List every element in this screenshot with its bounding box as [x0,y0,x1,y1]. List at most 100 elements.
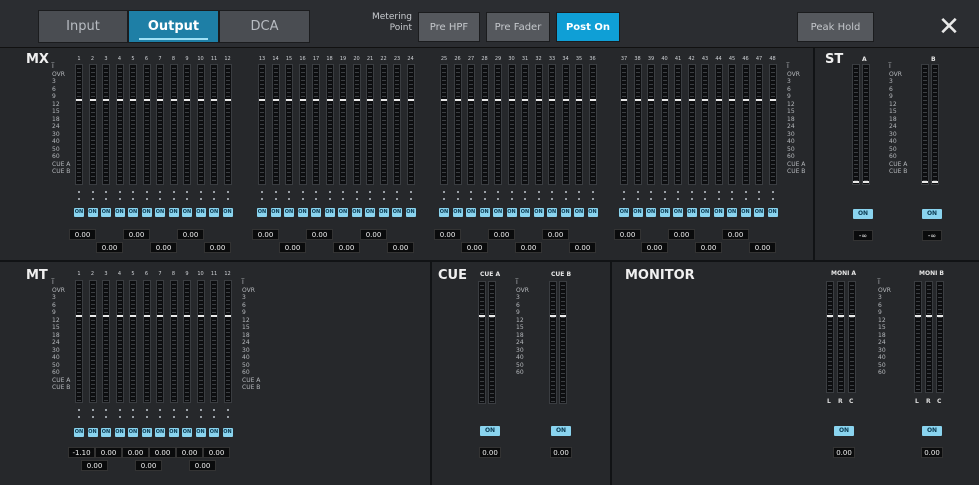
mx-on-button[interactable]: ON [727,208,737,217]
meter-segment [550,152,554,153]
meter-segment [198,80,203,81]
mx-on-button[interactable]: ON [128,208,138,217]
st-a-on-button[interactable]: ON [853,209,873,219]
mt-on-button[interactable]: ON [114,428,125,437]
mx-on-button[interactable]: ON [405,208,416,217]
mt-on-button[interactable]: ON [195,428,206,437]
mx-on-button[interactable]: ON [392,208,402,217]
mt-on-button[interactable]: ON [74,428,84,437]
mt-on-button[interactable]: ON [168,428,179,437]
mx-on-button[interactable]: ON [87,208,98,217]
mx-on-button[interactable]: ON [493,208,503,217]
mx-on-button[interactable]: ON [297,208,308,217]
meter-segment [927,337,931,338]
meter-segment [563,164,568,165]
mx-on-button[interactable]: ON [439,208,449,217]
mx-on-button[interactable]: ON [767,208,778,217]
mx-on-button[interactable]: ON [195,208,206,217]
mx-on-button[interactable]: ON [74,208,84,217]
mt-on-button[interactable]: ON [128,428,138,437]
mx-on-button[interactable]: ON [520,208,530,217]
meter-segment [743,156,748,157]
mx-on-button[interactable]: ON [114,208,125,217]
mx-on-button[interactable]: ON [270,208,281,217]
mx-on-button[interactable]: ON [351,208,362,217]
mx-on-button[interactable]: ON [479,208,490,217]
mx-on-button[interactable]: ON [547,208,557,217]
mx-on-button[interactable]: ON [452,208,463,217]
mx-on-button[interactable]: ON [141,208,152,217]
mx-on-button[interactable]: ON [506,208,517,217]
meter-segment [635,160,640,161]
meter-segment [287,148,291,149]
meter-segment [212,76,216,77]
mx-on-button[interactable]: ON [574,208,584,217]
mx-on-button[interactable]: ON [365,208,375,217]
mx-on-button[interactable]: ON [632,208,643,217]
mx-on-button[interactable]: ON [686,208,697,217]
close-icon[interactable]: ✕ [934,12,964,42]
peak-hold-button[interactable]: Peak Hold [797,12,874,42]
mx-on-button[interactable]: ON [619,208,629,217]
mx-on-button[interactable]: ON [101,208,111,217]
mt-on-button[interactable]: ON [141,428,152,437]
mx-on-button[interactable]: ON [209,208,219,217]
mx-on-button[interactable]: ON [713,208,724,217]
mx-on-button[interactable]: ON [222,208,233,217]
meter-segment [561,369,565,370]
mx-on-button[interactable]: ON [168,208,179,217]
mx-on-button[interactable]: ON [378,208,389,217]
mx-on-button[interactable]: ON [338,208,348,217]
mt-on-button[interactable]: ON [209,428,219,437]
meter-segment [158,372,162,373]
mt-on-button[interactable]: ON [87,428,98,437]
mt-on-button[interactable]: ON [155,428,165,437]
meter-segment [225,336,230,337]
mx-on-button[interactable]: ON [673,208,683,217]
mx-on-button[interactable]: ON [533,208,544,217]
cue-b-on-button[interactable]: ON [551,426,571,436]
mx-on-button[interactable]: ON [155,208,165,217]
mx-on-button[interactable]: ON [257,208,267,217]
meter-segment [689,96,694,97]
moni-b-on-button[interactable]: ON [922,426,942,436]
mx-on-button[interactable]: ON [646,208,656,217]
meter-segment [104,172,108,173]
mx-on-button[interactable]: ON [311,208,321,217]
mx-on-button[interactable]: ON [466,208,476,217]
meter-segment [550,172,554,173]
meter-segment [743,80,748,81]
mx-on-button[interactable]: ON [560,208,571,217]
post-on-button[interactable]: Post On [556,12,620,42]
mx-on-button[interactable]: ON [324,208,335,217]
mt-on-button[interactable]: ON [101,428,111,437]
meter-segment [171,400,176,401]
cue-a-on-button[interactable]: ON [480,426,500,436]
mx-meter [714,64,723,185]
tab-input[interactable]: Input [38,10,128,43]
tab-output[interactable]: Output [128,10,219,43]
meter-segment [523,80,527,81]
mx-on-button[interactable]: ON [182,208,192,217]
mx-on-button[interactable]: ON [700,208,710,217]
mt-on-button[interactable]: ON [222,428,233,437]
mx-on-button[interactable]: ON [754,208,764,217]
mx-on-button[interactable]: ON [659,208,670,217]
meter-segment [117,352,122,353]
pre-fader-button[interactable]: Pre Fader [486,12,550,42]
meter-segment [158,356,162,357]
moni-a-on-button[interactable]: ON [834,426,854,436]
mt-on-button[interactable]: ON [182,428,192,437]
mx-on-button[interactable]: ON [740,208,751,217]
meter-segment [622,68,626,69]
tab-dca[interactable]: DCA [219,10,310,43]
meter-segment [287,124,291,125]
mx-on-button[interactable]: ON [587,208,598,217]
meter-segment [212,116,216,117]
mx-on-button[interactable]: ON [284,208,294,217]
meter-segment [649,96,653,97]
pre-hpf-button[interactable]: Pre HPF [418,12,480,42]
st-b-on-button[interactable]: ON [922,209,942,219]
meter-segment [90,356,95,357]
meter-segment [131,300,135,301]
